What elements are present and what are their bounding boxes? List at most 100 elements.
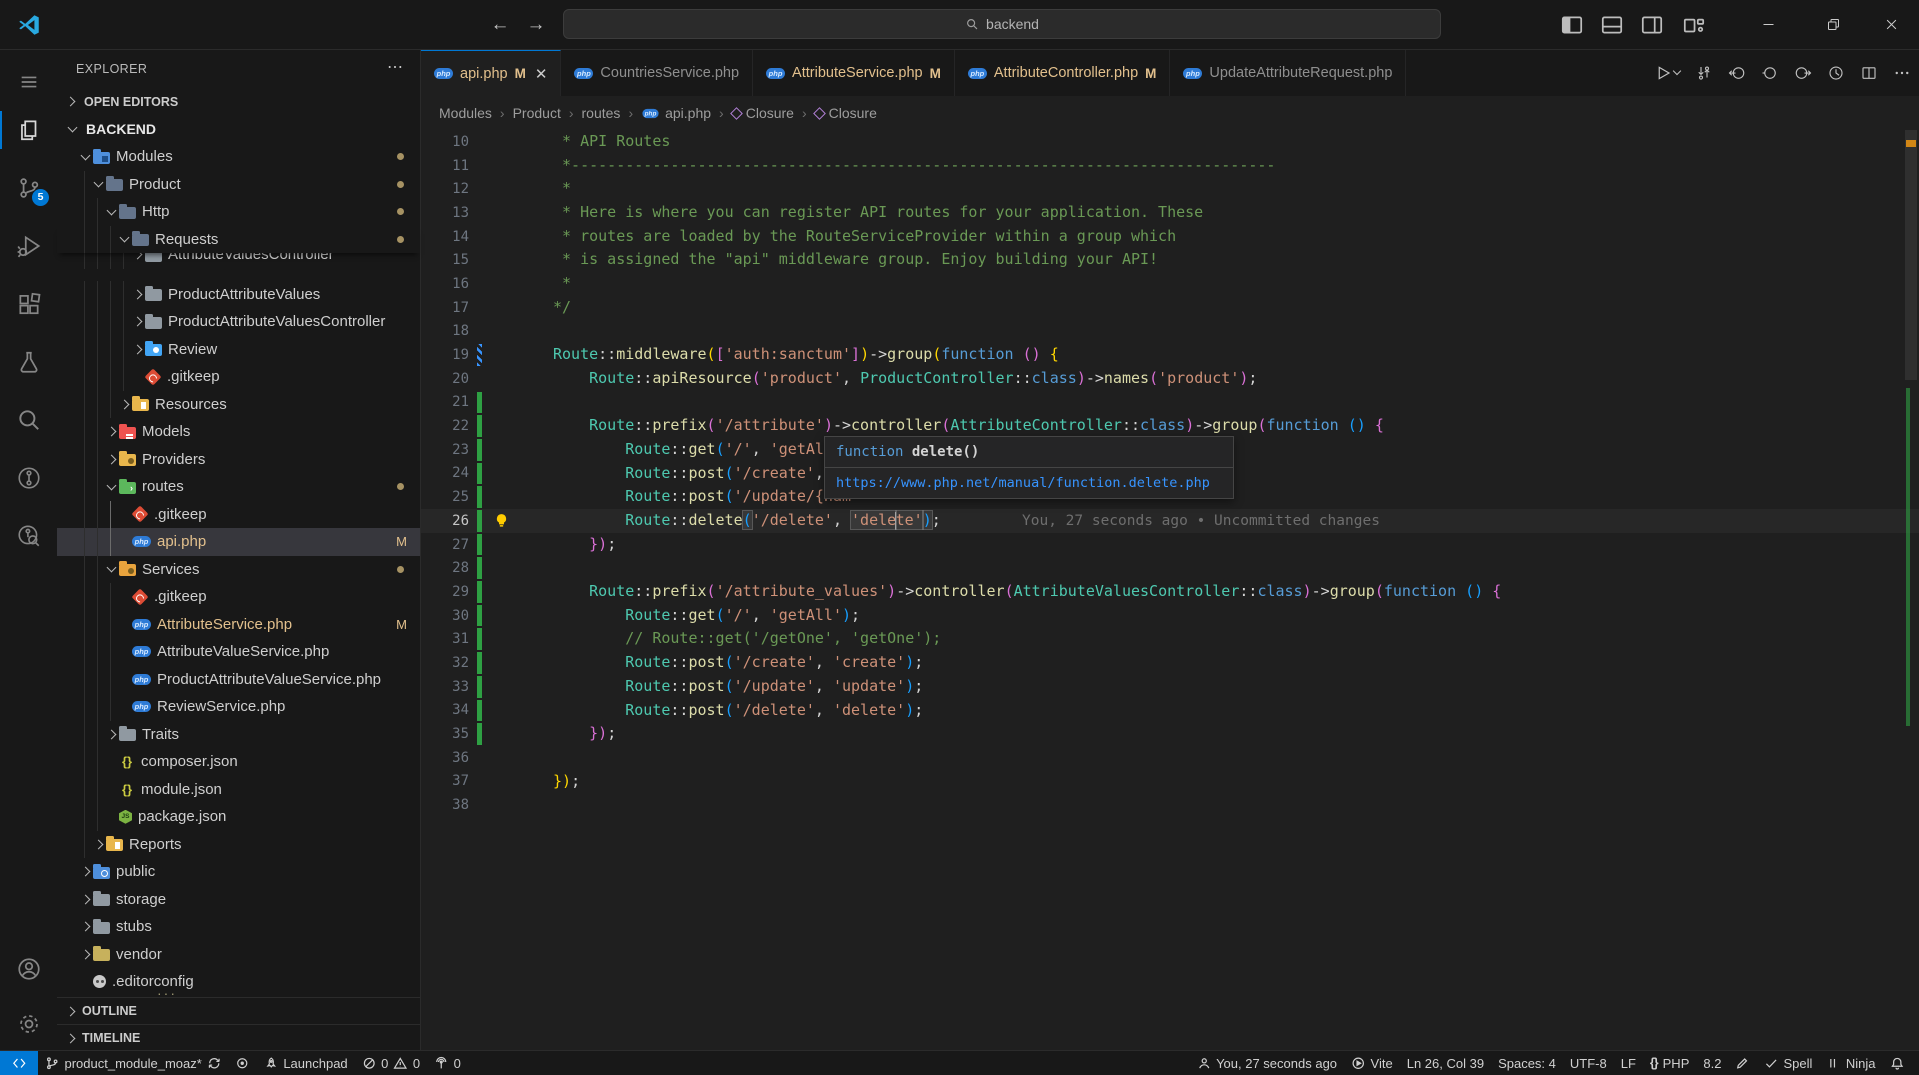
tree-item-services[interactable]: Services: [57, 556, 420, 584]
line-number[interactable]: 27: [421, 537, 469, 553]
code-line-17[interactable]: 17*/: [421, 296, 1919, 320]
line-number[interactable]: 19: [421, 347, 469, 363]
blame[interactable]: You, 27 seconds ago: [1190, 1051, 1344, 1075]
tree-item-storage[interactable]: storage: [57, 886, 420, 914]
indentation[interactable]: Spaces: 4: [1491, 1051, 1563, 1075]
code-line-37[interactable]: 37});: [421, 770, 1919, 794]
line-number[interactable]: 34: [421, 702, 469, 718]
breadcrumb-item-closure[interactable]: Closure: [815, 105, 877, 121]
code-line-30[interactable]: 30 Route::get('/', 'getAll');: [421, 604, 1919, 628]
tree-item-productattributevalueservice-php[interactable]: phpProductAttributeValueService.php: [57, 666, 420, 694]
tree-item-api-php[interactable]: phpapi.phpM: [57, 528, 420, 556]
tree-item-requests[interactable]: Requests: [57, 226, 420, 254]
code-editor[interactable]: 10 * API Routes11 *---------------------…: [421, 130, 1919, 1050]
restore-button[interactable]: [1813, 7, 1853, 41]
editor-scrollbar[interactable]: [1905, 130, 1917, 380]
tab-AttributeService.php[interactable]: phpAttributeService.phpM: [753, 50, 955, 96]
code-line-31[interactable]: 31 // Route::get('/getOne', 'getOne');: [421, 627, 1919, 651]
tab-AttributeController.php[interactable]: phpAttributeController.phpM: [955, 50, 1171, 96]
line-number[interactable]: 11: [421, 158, 469, 174]
tree-item-vendor[interactable]: vendor: [57, 941, 420, 969]
remote-indicator[interactable]: [0, 1051, 38, 1075]
tree-item-productattributevalues[interactable]: ProductAttributeValues: [57, 281, 420, 309]
command-center-search[interactable]: backend: [563, 9, 1441, 39]
cursor-position[interactable]: Ln 26, Col 39: [1400, 1051, 1491, 1075]
tab-UpdateAttributeRequest.php[interactable]: phpUpdateAttributeRequest.php: [1170, 50, 1406, 96]
tree-item-stubs[interactable]: stubs: [57, 913, 420, 941]
code-line-28[interactable]: 28: [421, 556, 1919, 580]
code-line-36[interactable]: 36: [421, 746, 1919, 770]
activity-run-debug[interactable]: [0, 222, 57, 270]
line-number[interactable]: 33: [421, 679, 469, 695]
split-editor-icon[interactable]: [1860, 64, 1878, 82]
code-line-11[interactable]: 11 *------------------------------------…: [421, 154, 1919, 178]
nav-current-circle-icon[interactable]: [1761, 64, 1779, 82]
toggle-sidebar-icon[interactable]: [1559, 12, 1585, 38]
tree-item-review[interactable]: Review: [57, 336, 420, 364]
tree-item-package-json[interactable]: JSpackage.json: [57, 803, 420, 831]
toggle-secondary-sidebar-icon[interactable]: [1639, 12, 1665, 38]
tab-api.php[interactable]: phpapi.phpM✕: [421, 50, 561, 96]
line-number[interactable]: 32: [421, 655, 469, 671]
timeline-clock-icon[interactable]: [1827, 64, 1845, 82]
status-misc[interactable]: [228, 1051, 257, 1075]
tree-item-module-json[interactable]: {}module.json: [57, 776, 420, 804]
nav-forward-circle-icon[interactable]: [1794, 64, 1812, 82]
activity-extensions[interactable]: [0, 280, 57, 328]
tree-item-public[interactable]: public: [57, 858, 420, 886]
code-line-27[interactable]: 27 });: [421, 533, 1919, 557]
code-line-20[interactable]: 20 Route::apiResource('product', Product…: [421, 367, 1919, 391]
code-line-35[interactable]: 35 });: [421, 722, 1919, 746]
tree-item-providers[interactable]: Providers: [57, 446, 420, 474]
tree-item--gitkeep[interactable]: .gitkeep: [57, 363, 420, 391]
tree-item-models[interactable]: Models: [57, 418, 420, 446]
line-number[interactable]: 22: [421, 418, 469, 434]
code-line-15[interactable]: 15 * is assigned the "api" middleware gr…: [421, 248, 1919, 272]
outline-section[interactable]: OUTLINE: [57, 997, 420, 1024]
tree-item-reports[interactable]: Reports: [57, 831, 420, 859]
tree-item-modules[interactable]: Modules: [57, 143, 420, 171]
toggle-panel-icon[interactable]: [1599, 12, 1625, 38]
code-line-33[interactable]: 33 Route::post('/update', 'update');: [421, 675, 1919, 699]
tree-item--gitkeep[interactable]: .gitkeep: [57, 583, 420, 611]
tree-item--editorconfig[interactable]: .editorconfig: [57, 968, 420, 996]
tree-item-routes[interactable]: ›routes: [57, 473, 420, 501]
code-line-22[interactable]: 22 Route::prefix('/attribute')->controll…: [421, 414, 1919, 438]
line-number[interactable]: 14: [421, 229, 469, 245]
breadcrumb-item-api.php[interactable]: phpapi.php: [641, 105, 711, 121]
line-number[interactable]: 28: [421, 560, 469, 576]
code-line-21[interactable]: 21: [421, 391, 1919, 415]
line-number[interactable]: 29: [421, 584, 469, 600]
tree-item-productattributevaluescontroller[interactable]: ProductAttributeValuesController: [57, 308, 420, 336]
eol[interactable]: LF: [1614, 1051, 1643, 1075]
tree-item-composer-json[interactable]: {}composer.json: [57, 748, 420, 776]
line-number[interactable]: 26: [421, 513, 469, 529]
activity-gitlens[interactable]: [0, 454, 57, 502]
tree-item--gitkeep[interactable]: .gitkeep: [57, 501, 420, 529]
activity-search[interactable]: [0, 396, 57, 444]
line-number[interactable]: 36: [421, 750, 469, 766]
timeline-section[interactable]: TIMELINE: [57, 1024, 420, 1051]
launchpad[interactable]: Launchpad: [257, 1051, 355, 1075]
tree-item-attributevalueservice-php[interactable]: phpAttributeValueService.php: [57, 638, 420, 666]
tree-item-resources[interactable]: Resources: [57, 391, 420, 419]
vite[interactable]: Vite: [1344, 1051, 1400, 1075]
line-number[interactable]: 30: [421, 608, 469, 624]
spell[interactable]: Spell: [1757, 1051, 1819, 1075]
line-number[interactable]: 16: [421, 276, 469, 292]
code-line-38[interactable]: 38: [421, 793, 1919, 817]
activity-source-control[interactable]: 5: [0, 164, 57, 212]
ninja[interactable]: Ninja: [1819, 1051, 1882, 1075]
line-number[interactable]: 10: [421, 134, 469, 150]
tree-item-traits[interactable]: Traits: [57, 721, 420, 749]
code-line-12[interactable]: 12 *: [421, 177, 1919, 201]
line-number[interactable]: 18: [421, 323, 469, 339]
customize-layout-icon[interactable]: [1681, 12, 1707, 38]
code-line-10[interactable]: 10 * API Routes: [421, 130, 1919, 154]
line-number[interactable]: 38: [421, 797, 469, 813]
activity-gitlens-inspect[interactable]: [0, 512, 57, 560]
minimize-button[interactable]: [1748, 7, 1788, 41]
close-button[interactable]: [1871, 7, 1911, 41]
line-number[interactable]: 15: [421, 252, 469, 268]
tab-close-icon[interactable]: ✕: [535, 65, 548, 83]
